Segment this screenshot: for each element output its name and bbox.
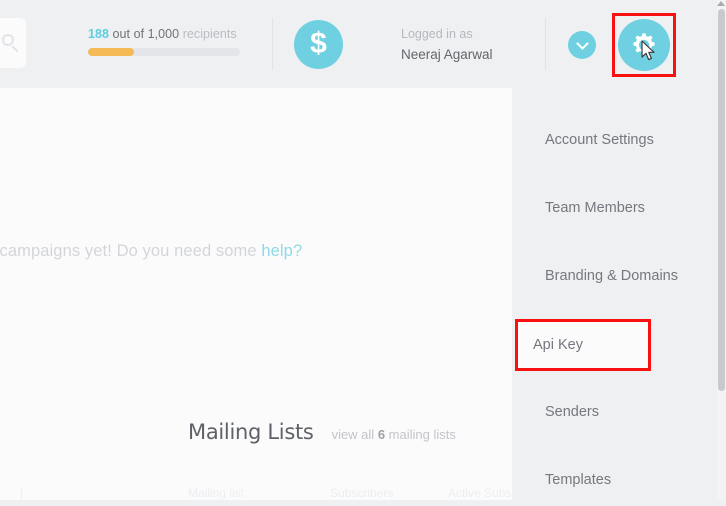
recipient-quota: 188 out of 1,000 recipients [88, 27, 256, 56]
menu-item-senders[interactable]: Senders [512, 386, 718, 438]
settings-dropdown-menu: Account Settings Team Members Branding & D… [512, 88, 718, 500]
view-all-mailing-lists-link[interactable]: view all 6 mailing lists [332, 427, 456, 442]
menu-item-label: Branding & Domains [545, 268, 678, 284]
empty-campaigns-message: ent any campaigns yet! Do you need some … [0, 242, 302, 261]
mailing-lists-header: Mailing Lists view all 6 mailing lists [188, 420, 456, 444]
scrollbar-thumb[interactable] [718, 9, 725, 391]
menu-item-api-key-label[interactable]: Api Key [515, 319, 651, 371]
app-root: 188 out of 1,000 recipients $ Logged in … [0, 0, 726, 500]
logged-in-label: Logged in as [401, 27, 473, 41]
table-header-cell: | [20, 486, 24, 500]
help-link[interactable]: help? [261, 242, 302, 260]
table-header-cell: Active Subs [448, 486, 512, 500]
header-divider-1 [272, 18, 273, 70]
dollar-icon: $ [310, 26, 327, 60]
chevron-down-icon [577, 38, 588, 49]
menu-item-label: Team Members [545, 200, 645, 216]
menu-item-team-members[interactable]: Team Members [512, 182, 718, 234]
vertical-scrollbar[interactable] [717, 0, 726, 500]
empty-message-text: ent any campaigns yet! Do you need some [0, 242, 257, 260]
settings-highlight-box [612, 13, 676, 77]
credits-button[interactable]: $ [294, 20, 343, 69]
menu-item-templates[interactable]: Templates [512, 454, 718, 506]
search-icon [2, 34, 21, 53]
quota-tail-text: recipients [182, 27, 237, 41]
view-all-prefix: view all [331, 427, 378, 442]
recipient-quota-label: 188 out of 1,000 recipients [88, 27, 256, 41]
menu-item-account-settings[interactable]: Account Settings [512, 114, 718, 166]
mailing-lists-table-header: | Mailing list Subscribers Active Subs [0, 486, 512, 500]
top-header-bar: 188 out of 1,000 recipients $ Logged in … [0, 0, 726, 88]
user-name: Neeraj Agarwal [401, 47, 493, 63]
menu-item-branding-domains[interactable]: Branding & Domains [512, 250, 718, 302]
quota-count: 188 [88, 27, 110, 41]
logged-in-user: Logged in as Neeraj Agarwal [401, 25, 493, 65]
search-input[interactable] [0, 18, 26, 68]
quota-progress-bar [88, 48, 240, 56]
menu-item-label: Templates [545, 472, 612, 488]
table-header-cell: Mailing list [188, 486, 245, 500]
menu-item-label: Account Settings [545, 132, 654, 148]
view-all-suffix: mailing lists [385, 427, 456, 442]
scroll-up-arrow-icon[interactable] [717, 1, 725, 6]
mailing-lists-title: Mailing Lists [188, 420, 314, 444]
table-header-cell: Subscribers [330, 486, 394, 500]
menu-item-label: Senders [545, 404, 600, 420]
view-all-count: 6 [377, 427, 386, 442]
notifications-dropdown-button[interactable] [568, 31, 596, 59]
quota-mid-text: out of 1,000 [109, 27, 183, 41]
main-content-card: ent any campaigns yet! Do you need some … [0, 88, 512, 500]
header-divider-2 [545, 18, 546, 70]
quota-progress-fill [88, 48, 134, 56]
